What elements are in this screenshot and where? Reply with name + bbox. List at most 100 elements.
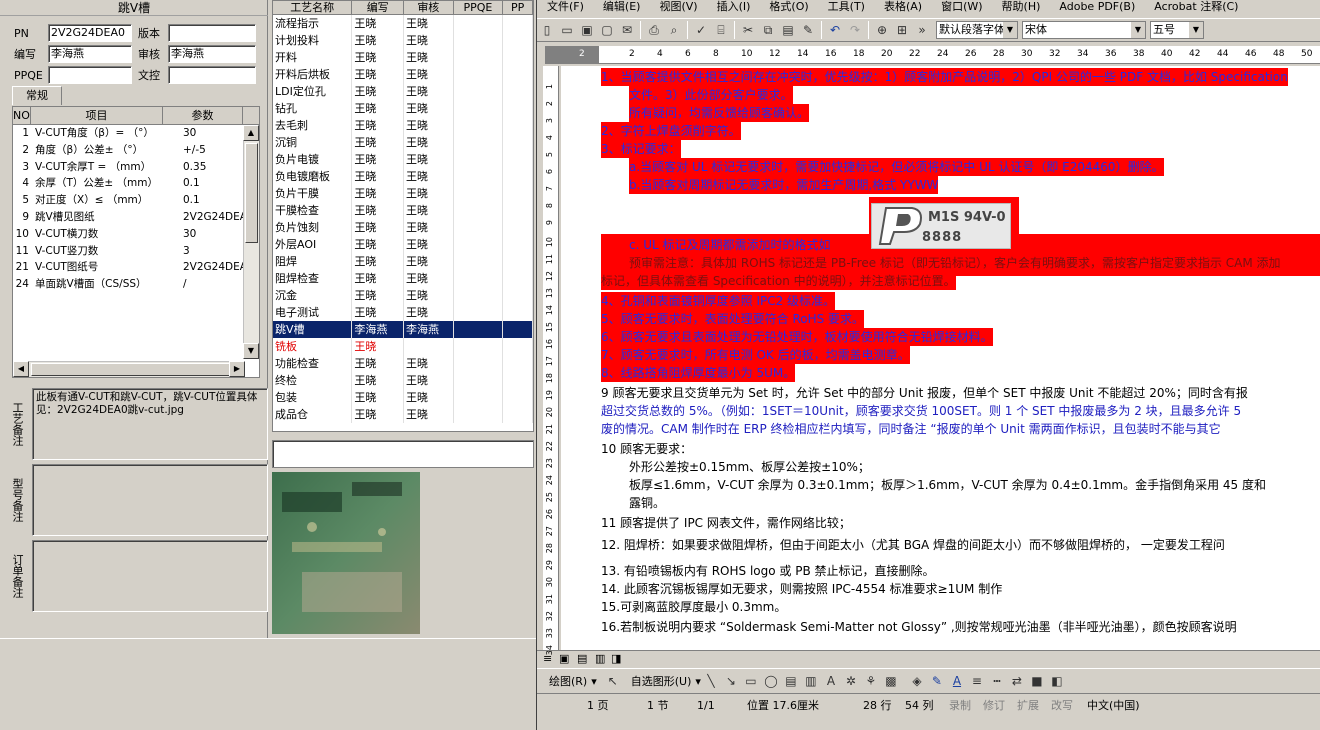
format-painter-icon[interactable]: ✎ <box>798 20 818 40</box>
print-icon[interactable]: ⎙ <box>644 20 664 40</box>
research-icon[interactable]: ⌸ <box>711 20 731 40</box>
diagram-icon[interactable]: ✲ <box>841 671 861 691</box>
col-editor[interactable]: 编写 <box>352 1 404 14</box>
params-horizontal-scrollbar[interactable]: ◀ ▶ <box>13 361 245 377</box>
web-view-icon[interactable]: ▣ <box>559 652 569 665</box>
chevron-down-icon[interactable]: ▾ <box>591 675 597 688</box>
menu-item[interactable]: 视图(V) <box>649 0 706 16</box>
normal-view-icon[interactable]: ≡ <box>543 652 552 665</box>
col-reviewer[interactable]: 审核 <box>404 1 454 14</box>
line-icon[interactable]: ╲ <box>701 671 721 691</box>
document-page[interactable]: M1S 94V-0 8888 1、当顾客提供文件相互之间存在冲突时，优先级按：1… <box>561 66 1320 650</box>
params-row[interactable]: 1 V-CUT角度（β）= （°） 30 <box>13 125 259 142</box>
status-ext[interactable]: 扩展 <box>1017 697 1051 713</box>
print-view-icon[interactable]: ▤ <box>577 652 587 665</box>
scroll-up-icon[interactable]: ▲ <box>243 125 259 141</box>
process-row[interactable]: 外层AOI 王晓 王晓 <box>273 236 533 253</box>
reviewer-field[interactable]: 李海燕 <box>168 45 256 63</box>
draw-menu-button[interactable]: 绘图(R) <box>549 673 587 689</box>
process-row[interactable]: 负片蚀刻 王晓 王晓 <box>273 219 533 236</box>
menu-item[interactable]: 格式(O) <box>759 0 817 16</box>
menu-item[interactable]: Adobe PDF(B) <box>1049 0 1144 16</box>
process-row[interactable]: 功能检查 王晓 王晓 <box>273 355 533 372</box>
status-trk[interactable]: 修订 <box>983 697 1017 713</box>
scroll-h-thumb[interactable] <box>31 363 231 376</box>
menu-item[interactable]: 窗口(W) <box>931 0 991 16</box>
undo-icon[interactable]: ↶ <box>825 20 845 40</box>
process-row[interactable]: 沉金 王晓 王晓 <box>273 287 533 304</box>
process-row[interactable]: 负电镀磨板 王晓 王晓 <box>273 168 533 185</box>
chevron-down-icon[interactable]: ▼ <box>1131 22 1145 38</box>
scroll-thumb[interactable] <box>245 143 258 243</box>
process-row[interactable]: 包装 王晓 王晓 <box>273 389 533 406</box>
vertical-ruler[interactable]: 1 2 3 4 5 6 7 8 9 10 11 12 13 14 15 16 17 18 19 20 21 22 23 24 2… <box>543 66 559 655</box>
tables-borders-icon[interactable]: ⊞ <box>892 20 912 40</box>
redo-icon[interactable]: ↷ <box>845 20 865 40</box>
scroll-left-icon[interactable]: ◀ <box>13 361 29 377</box>
col-process-name[interactable]: 工艺名称 <box>273 1 353 14</box>
process-row[interactable]: 跳V槽 李海燕 李海燕 <box>273 321 533 338</box>
wordart-icon[interactable]: A <box>821 671 841 691</box>
arrow-icon[interactable]: ↘ <box>721 671 741 691</box>
open-icon[interactable]: ▭ <box>557 20 577 40</box>
process-row[interactable]: 成品仓 王晓 王晓 <box>273 406 533 423</box>
line-style-icon[interactable]: ≡ <box>967 671 987 691</box>
dash-style-icon[interactable]: ┅ <box>987 671 1007 691</box>
menu-item[interactable]: Acrobat 注释(C) <box>1144 0 1247 16</box>
fill-color-icon[interactable]: ◈ <box>907 671 927 691</box>
copy-icon[interactable]: ⧉ <box>758 20 778 40</box>
status-ovr[interactable]: 改写 <box>1051 697 1087 713</box>
permission-icon[interactable]: ▢ <box>597 20 617 40</box>
editor-field[interactable]: 李海燕 <box>48 45 132 63</box>
chevron-down-icon[interactable]: ▼ <box>1003 22 1017 38</box>
picture-icon[interactable]: ▩ <box>881 671 901 691</box>
process-row[interactable]: 沉铜 王晓 王晓 <box>273 134 533 151</box>
vertical-textbox-icon[interactable]: ▥ <box>801 671 821 691</box>
process-row[interactable]: 负片干膜 王晓 王晓 <box>273 185 533 202</box>
process-row[interactable]: 计划投料 王晓 王晓 <box>273 32 533 49</box>
scroll-right-icon[interactable]: ▶ <box>229 361 245 377</box>
outline-view-icon[interactable]: ▥ <box>595 652 605 665</box>
print-preview-icon[interactable]: ⌕ <box>664 20 684 40</box>
process-row[interactable]: 干膜检查 王晓 王晓 <box>273 202 533 219</box>
reading-view-icon[interactable]: ◨ <box>611 652 621 665</box>
params-row[interactable]: 21V-CUT图纸号2V2G24DEA0.CS <box>13 259 259 276</box>
col-no[interactable]: NO <box>13 107 31 124</box>
process-row[interactable]: 铣板 王晓 <box>273 338 533 355</box>
process-row[interactable]: 去毛刺 王晓 王晓 <box>273 117 533 134</box>
font-combo[interactable]: 宋体 ▼ <box>1022 21 1146 39</box>
params-row[interactable]: 3 V-CUT余厚T = （mm） 0.35 <box>13 159 259 176</box>
col-item[interactable]: 项目 <box>31 107 163 124</box>
scroll-down-icon[interactable]: ▼ <box>243 343 259 359</box>
toolbar-options-icon[interactable]: » <box>912 20 932 40</box>
menu-item[interactable]: 表格(A) <box>874 0 931 16</box>
params-row[interactable]: 4 余厚（T）公差± （mm） 0.1 <box>13 175 259 192</box>
params-row[interactable]: 9跳V槽见图纸2V2G24DEA0跳v <box>13 209 259 226</box>
process-row[interactable]: 开料 王晓 王晓 <box>273 49 533 66</box>
email-icon[interactable]: ✉ <box>617 20 637 40</box>
arrow-style-icon[interactable]: ⇄ <box>1007 671 1027 691</box>
process-note-field[interactable]: 此板有通V-CUT和跳V-CUT，跳V-CUT位置具体见：2V2G24DEA0跳… <box>32 388 268 460</box>
font-color-icon[interactable]: A <box>947 671 967 691</box>
params-row[interactable]: 2 角度（β）公差± （°） +/-5 <box>13 142 259 159</box>
process-row[interactable]: 阻焊检查 王晓 王晓 <box>273 270 533 287</box>
col-value[interactable]: 参数 <box>163 107 243 124</box>
style-combo[interactable]: 默认段落字体 ▼ <box>936 21 1018 39</box>
cut-icon[interactable]: ✂ <box>738 20 758 40</box>
process-row[interactable]: 流程指示 王晓 王晓 <box>273 15 533 32</box>
params-vertical-scrollbar[interactable]: ▲ ▼ <box>243 125 259 359</box>
horizontal-ruler[interactable]: 2 2 4 6 8 10 12 14 16 18 20 22 24 26 28 30 32 34 36 38 40 42… <box>545 46 1320 64</box>
hyperlink-icon[interactable]: ⊕ <box>872 20 892 40</box>
menu-item[interactable]: 帮助(H) <box>992 0 1050 16</box>
select-objects-icon[interactable]: ↖ <box>603 671 623 691</box>
status-rec[interactable]: 录制 <box>949 697 983 713</box>
process-row[interactable]: 负片电镀 王晓 王晓 <box>273 151 533 168</box>
clipart-icon[interactable]: ⚘ <box>861 671 881 691</box>
line-color-icon[interactable]: ✎ <box>927 671 947 691</box>
menu-item[interactable]: 编辑(E) <box>593 0 650 16</box>
process-row[interactable]: 钻孔 王晓 王晓 <box>273 100 533 117</box>
tab-general[interactable]: 常规 <box>12 86 62 105</box>
model-note-field[interactable] <box>32 464 268 536</box>
save-icon[interactable]: ▣ <box>577 20 597 40</box>
font-size-combo[interactable]: 五号 ▼ <box>1150 21 1204 39</box>
